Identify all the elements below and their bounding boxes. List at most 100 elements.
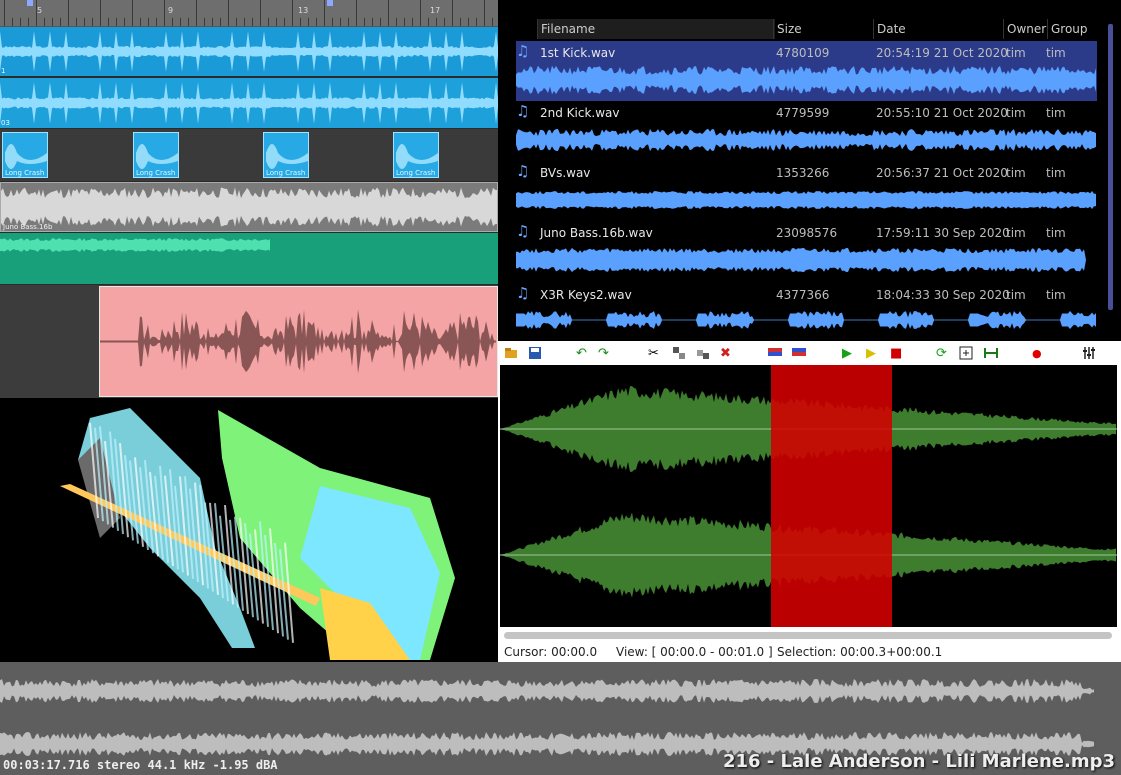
file-date: 20:56:37 21 Oct 2020 xyxy=(876,166,1008,180)
ruler-tick xyxy=(156,18,157,26)
ruler-tick xyxy=(340,18,341,26)
audio-clip-crash[interactable]: Long Crash xyxy=(2,132,48,178)
file-name: X3R Keys2.wav xyxy=(540,288,632,302)
audio-clip-green[interactable] xyxy=(0,233,498,284)
zoom-fit-icon[interactable] xyxy=(959,346,973,362)
ruler-tick xyxy=(444,18,445,26)
file-size: 4779599 xyxy=(776,106,830,120)
file-owner: tim xyxy=(1006,226,1026,240)
music-note-icon: ♫ xyxy=(516,42,530,60)
ruler-tick xyxy=(44,18,45,26)
open-icon[interactable] xyxy=(504,346,518,362)
file-waveform xyxy=(516,310,1096,330)
ruler-tick xyxy=(220,18,221,26)
ruler-tick xyxy=(364,18,365,26)
redo-icon[interactable]: ↷ xyxy=(598,346,609,362)
mix-icon[interactable] xyxy=(792,346,806,362)
clip-waveform xyxy=(100,309,496,374)
horizontal-scrollbar[interactable] xyxy=(504,632,1112,639)
paste-icon[interactable] xyxy=(696,346,710,362)
file-waveform xyxy=(516,128,1096,152)
zoom-selection-icon[interactable] xyxy=(984,346,998,362)
music-note-icon: ♫ xyxy=(516,222,530,240)
audio-clip-juno-bass[interactable]: Juno Bass.16b xyxy=(0,182,498,232)
ruler-tick xyxy=(76,18,77,26)
undo-icon[interactable]: ↶ xyxy=(576,346,587,362)
column-header-group[interactable]: Group xyxy=(1047,19,1102,39)
ruler-tick xyxy=(52,18,53,26)
file-waveform xyxy=(516,191,1096,209)
audio-clip-crash[interactable]: Long Crash xyxy=(133,132,179,178)
ruler-tick xyxy=(12,18,13,26)
multitrack-timeline: 5 9 13 17 1 03 Long Crash Long Crash Lon… xyxy=(0,0,498,398)
ruler-tick xyxy=(164,0,165,26)
ruler-tick xyxy=(124,18,125,26)
ruler-number: 5 xyxy=(37,6,43,15)
file-waveform xyxy=(516,65,1096,95)
ruler-tick xyxy=(356,0,357,26)
cut-icon[interactable]: ✂ xyxy=(648,346,659,362)
file-row[interactable]: ♫ 1st Kick.wav 4780109 20:54:19 21 Oct 2… xyxy=(516,41,1097,101)
file-row[interactable]: ♫ BVs.wav 1353266 20:56:37 21 Oct 2020 t… xyxy=(516,161,1097,221)
waveform-canvas[interactable] xyxy=(500,365,1117,627)
column-header-owner[interactable]: Owner xyxy=(1003,19,1047,39)
crash-track: Long Crash Long Crash Long Crash Long Cr… xyxy=(0,129,498,181)
delete-icon[interactable]: ✖ xyxy=(720,346,731,362)
file-owner: tim xyxy=(1006,46,1026,60)
ruler-tick xyxy=(324,0,325,26)
loop-start-marker[interactable] xyxy=(27,0,33,6)
file-group: tim xyxy=(1046,226,1066,240)
ruler-tick xyxy=(372,18,373,26)
timeline-ruler[interactable]: 5 9 13 17 xyxy=(0,0,498,27)
wave-editor: ↶ ↷ ✂ ✖ ▶ ▶ ■ ⟳ ● Cursor: 00:00.0 View: … xyxy=(498,341,1121,662)
ruler-tick xyxy=(180,18,181,26)
mix-icon[interactable] xyxy=(768,346,782,362)
track-info: 00:03:17.716 stereo 44.1 kHz -1.95 dBA xyxy=(3,758,278,772)
overview-player[interactable]: 00:03:17.716 stereo 44.1 kHz -1.95 dBA 2… xyxy=(0,662,1121,775)
file-row[interactable]: ♫ Juno Bass.16b.wav 23098576 17:59:11 30… xyxy=(516,221,1097,281)
ruler-tick xyxy=(108,18,109,26)
clip-label: Long Crash xyxy=(396,169,436,177)
vertical-scrollbar[interactable] xyxy=(1108,24,1113,310)
selection-region[interactable] xyxy=(771,365,892,627)
audio-clip-kick1[interactable]: 1 xyxy=(0,27,498,76)
3d-spectrum-view xyxy=(0,398,498,662)
file-name: 1st Kick.wav xyxy=(540,46,616,60)
column-header-filename[interactable]: Filename xyxy=(537,19,775,39)
column-header-size[interactable]: Size xyxy=(773,19,873,39)
audio-clip-vocal[interactable] xyxy=(99,286,498,397)
stop-icon[interactable]: ■ xyxy=(890,346,902,362)
file-date: 18:04:33 30 Sep 2020 xyxy=(876,288,1010,302)
ruler-tick xyxy=(92,18,93,26)
column-header-date[interactable]: Date xyxy=(873,19,1003,39)
ruler-tick xyxy=(332,18,333,26)
ruler-tick xyxy=(308,18,309,26)
cursor-position: Cursor: 00:00.0 xyxy=(504,645,598,659)
copy-icon[interactable] xyxy=(672,346,686,362)
ruler-tick xyxy=(148,18,149,26)
pause-icon[interactable]: ▶ xyxy=(866,346,876,362)
play-icon[interactable]: ▶ xyxy=(842,346,852,362)
ruler-tick xyxy=(84,18,85,26)
ruler-tick xyxy=(436,18,437,26)
ruler-tick xyxy=(420,0,421,26)
file-row[interactable]: ♫ X3R Keys2.wav 4377366 18:04:33 30 Sep … xyxy=(516,283,1097,338)
ruler-tick xyxy=(348,18,349,26)
loop-icon[interactable]: ⟳ xyxy=(936,346,947,362)
ruler-tick xyxy=(228,0,229,26)
clip-waveform xyxy=(1,187,497,227)
loop-end-marker[interactable] xyxy=(327,0,333,6)
record-icon[interactable]: ● xyxy=(1032,346,1042,362)
clip-label: 03 xyxy=(1,119,10,127)
file-name: 2nd Kick.wav xyxy=(540,106,620,120)
ruler-tick xyxy=(100,0,101,26)
settings-icon[interactable] xyxy=(1082,346,1096,362)
ruler-tick xyxy=(212,18,213,26)
save-icon[interactable] xyxy=(528,346,542,362)
audio-clip-kick2[interactable]: 03 xyxy=(0,78,498,128)
file-size: 1353266 xyxy=(776,166,830,180)
file-row[interactable]: ♫ 2nd Kick.wav 4779599 20:55:10 21 Oct 2… xyxy=(516,101,1097,161)
ruler-tick xyxy=(316,18,317,26)
audio-clip-crash[interactable]: Long Crash xyxy=(393,132,439,178)
audio-clip-crash[interactable]: Long Crash xyxy=(263,132,309,178)
